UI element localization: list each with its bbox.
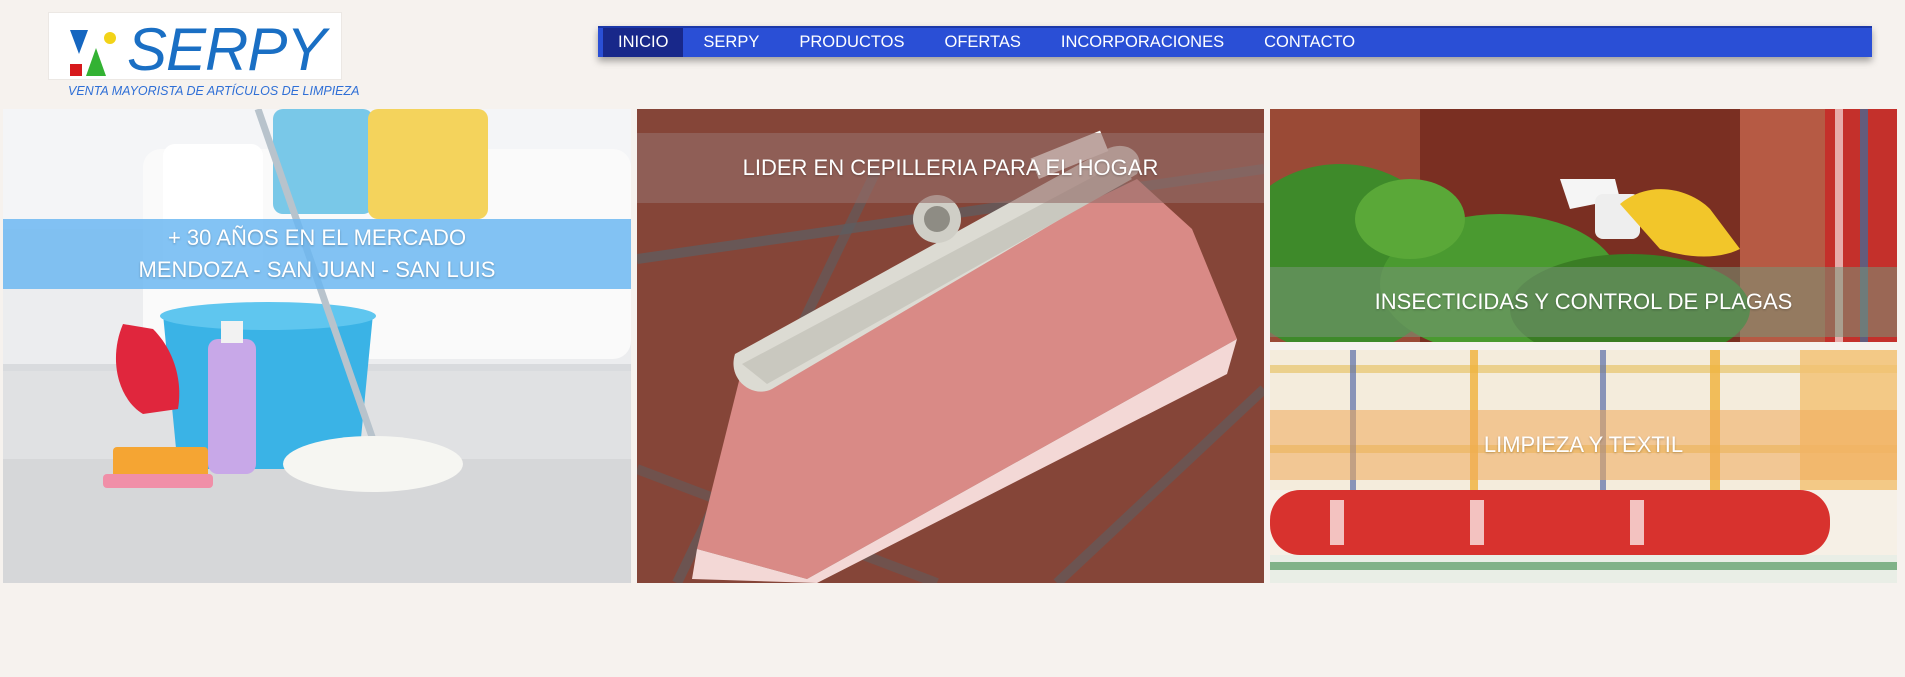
brushes-caption: LIDER EN CEPILLERIA PARA EL HOGAR — [637, 133, 1264, 203]
brand-tagline: VENTA MAYORISTA DE ARTÍCULOS DE LIMPIEZA — [68, 84, 360, 98]
nav-item-serpy[interactable]: SERPY — [683, 28, 779, 57]
banner-brushes[interactable]: LIDER EN CEPILLERIA PARA EL HOGAR — [637, 109, 1264, 583]
nav-item-ofertas[interactable]: OFERTAS — [924, 28, 1040, 57]
banner-insecticides[interactable]: INSECTICIDAS Y CONTROL DE PLAGAS — [1270, 109, 1897, 342]
nav-item-inicio[interactable]: INICIO — [603, 28, 684, 57]
cleaning-supplies-image — [3, 109, 631, 583]
nav-item-contacto[interactable]: CONTACTO — [1244, 28, 1375, 57]
experience-line-1: + 30 AÑOS EN EL MERCADO — [167, 225, 467, 250]
experience-caption: + 30 AÑOS EN EL MERCADO MENDOZA - SAN JU… — [3, 219, 631, 289]
insecticides-caption: INSECTICIDAS Y CONTROL DE PLAGAS — [1270, 267, 1897, 337]
textiles-caption: LIMPIEZA Y TEXTIL — [1270, 410, 1897, 480]
nav-item-incorporaciones[interactable]: INCORPORACIONES — [1041, 28, 1244, 57]
serpy-logo-icon — [70, 30, 116, 76]
banner-textiles[interactable]: LIMPIEZA Y TEXTIL — [1270, 350, 1897, 583]
banner-experience[interactable]: + 30 AÑOS EN EL MERCADO MENDOZA - SAN JU… — [3, 109, 631, 583]
nav-item-productos[interactable]: PRODUCTOS — [779, 28, 924, 57]
main-navigation: INICIO SERPY PRODUCTOS OFERTAS INCORPORA… — [598, 26, 1872, 57]
brand-name: SERPY — [127, 16, 326, 83]
experience-line-2: MENDOZA - SAN JUAN - SAN LUIS — [138, 257, 496, 282]
